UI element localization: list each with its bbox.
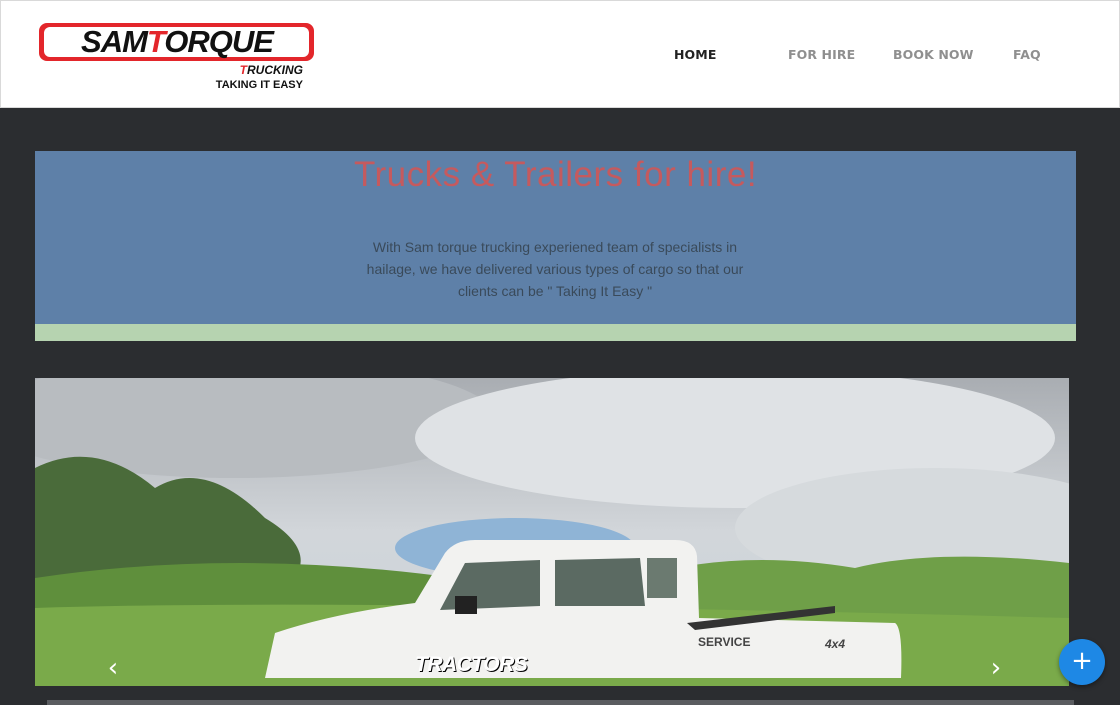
nav-book-now-link[interactable]: BOOK NOW bbox=[893, 47, 974, 62]
horizontal-scrollbar[interactable] bbox=[47, 700, 1074, 705]
truck-side-text: SERVICE bbox=[698, 635, 750, 649]
carousel-slide-image: SERVICE 4x4 bbox=[35, 378, 1069, 686]
image-carousel[interactable]: SERVICE 4x4 TRACTORS ‹ › bbox=[35, 378, 1069, 686]
carousel-prev-button[interactable]: ‹ bbox=[98, 653, 128, 683]
tractors-logo-text: TRACTORS bbox=[415, 653, 528, 676]
nav-faq-link[interactable]: FAQ bbox=[1013, 47, 1041, 62]
hero-section: Trucks & Trailers for hire! With Sam tor… bbox=[35, 151, 1076, 341]
nav-home-link[interactable]: HOME bbox=[674, 47, 716, 62]
main-nav: HOME FOR HIRE BOOK NOW FAQ bbox=[1, 47, 1119, 67]
svg-text:TAKING IT EASY: TAKING IT EASY bbox=[216, 79, 304, 91]
floating-action-button[interactable]: + bbox=[1059, 639, 1105, 685]
hero-description: With Sam torque trucking experiened team… bbox=[366, 239, 744, 299]
nav-for-hire-link[interactable]: FOR HIRE bbox=[788, 47, 855, 62]
carousel-next-button[interactable]: › bbox=[981, 653, 1011, 683]
truck-badge-text: 4x4 bbox=[824, 637, 845, 651]
hero-accent-strip bbox=[35, 324, 1076, 341]
site-header: SAMTORQUE TRUCKING TAKING IT EASY HOME F… bbox=[0, 0, 1120, 108]
hero-title: Trucks & Trailers for hire! bbox=[353, 155, 758, 194]
